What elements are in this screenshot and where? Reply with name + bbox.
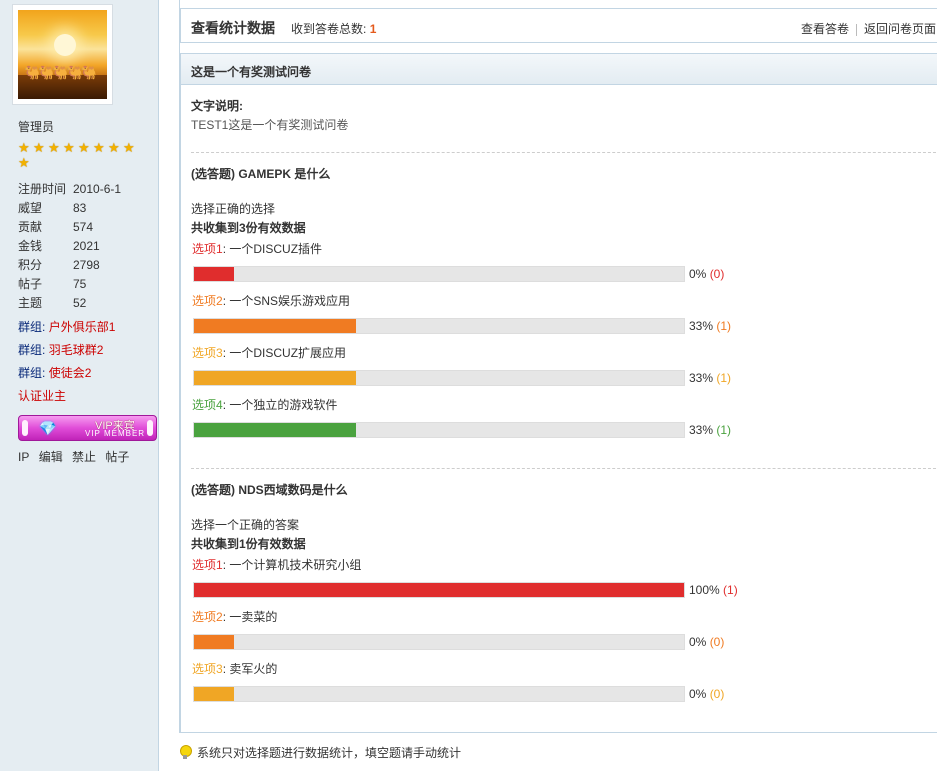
divider xyxy=(191,468,936,469)
vip-badge: 💎 VIP来宾 VIP MEMBER xyxy=(18,415,157,441)
star-icon: ★ xyxy=(48,140,60,155)
progress-track xyxy=(193,318,685,334)
stat-prestige: 威望 83 xyxy=(18,201,87,215)
back-to-survey-link[interactable]: 返回问卷页面 xyxy=(864,22,936,36)
posts-link[interactable]: 帖子 xyxy=(105,450,129,464)
group-link[interactable]: 群组: 使徒会2 xyxy=(18,364,91,381)
ban-link[interactable]: 禁止 xyxy=(72,450,96,464)
progress-track xyxy=(193,634,685,650)
option-percentage: 0% (0) xyxy=(689,267,725,281)
page-title: 查看统计数据 xyxy=(191,20,275,36)
option-row: 选项2: 一卖菜的 xyxy=(192,610,278,624)
rank-stars: ★ ★ ★ ★ ★ ★ ★ ★★ xyxy=(18,141,152,171)
option-percentage: 33% (1) xyxy=(689,371,732,385)
option-row: 选项1: 一个计算机技术研究小组 xyxy=(192,558,362,572)
user-role: 管理员 xyxy=(18,120,55,134)
star-icon: ★ xyxy=(18,140,30,155)
progress-bar xyxy=(194,687,234,701)
star-icon: ★ xyxy=(18,155,30,170)
collected-count: 共收集到3份有效数据 xyxy=(191,221,306,235)
progress-bar xyxy=(194,423,356,437)
progress-bar xyxy=(194,371,356,385)
main-content: 查看统计数据 收到答卷总数: 1 查看答卷 返回问卷页面 这是一个有奖测试问卷 文… xyxy=(179,0,937,733)
answer-count-value: 1 xyxy=(369,22,377,36)
stat-contribution: 贡献 574 xyxy=(18,220,94,234)
divider xyxy=(191,152,936,153)
avatar-frame: 🐫🐫🐫🐫🐫 xyxy=(12,4,113,105)
option-row: 选项3: 卖军火的 xyxy=(192,662,278,676)
option-percentage: 33% (1) xyxy=(689,319,732,333)
link-separator xyxy=(855,23,857,36)
progress-track xyxy=(193,422,685,438)
star-icon: ★ xyxy=(123,140,135,155)
option-percentage: 0% (0) xyxy=(689,687,725,701)
survey-title: 这是一个有奖测试问卷 xyxy=(181,54,937,85)
progress-track xyxy=(193,686,685,702)
option-row: 选项1: 一个DISCUZ插件 xyxy=(192,242,323,256)
stats-header: 查看统计数据 收到答卷总数: 1 查看答卷 返回问卷页面 xyxy=(180,8,937,43)
option-row: 选项4: 一个独立的游戏软件 xyxy=(192,398,338,412)
question-title: (选答题) NDS西域数码是什么 xyxy=(191,483,348,497)
question-instruction: 选择一个正确的答案 xyxy=(191,518,300,532)
option-row: 选项3: 一个DISCUZ扩展应用 xyxy=(192,346,347,360)
progress-track xyxy=(193,582,685,598)
progress-bar xyxy=(194,267,234,281)
avatar[interactable]: 🐫🐫🐫🐫🐫 xyxy=(18,10,107,99)
survey-stats-panel: 这是一个有奖测试问卷 文字说明: TEST1这是一个有奖测试问卷 (选答题) G… xyxy=(180,53,937,733)
option-percentage: 33% (1) xyxy=(689,423,732,437)
description-label: 文字说明: xyxy=(191,99,243,113)
group-link[interactable]: 群组: 户外俱乐部1 xyxy=(18,318,115,335)
stat-threads: 主题 52 xyxy=(18,296,87,310)
star-icon: ★ xyxy=(33,140,45,155)
progress-bar xyxy=(194,635,234,649)
badge-cap-left xyxy=(22,420,28,436)
star-icon: ★ xyxy=(63,140,75,155)
camel-icon: 🐫🐫🐫🐫🐫 xyxy=(24,65,97,80)
lightbulb-icon xyxy=(179,745,192,759)
star-icon: ★ xyxy=(108,140,120,155)
edit-link[interactable]: 编辑 xyxy=(39,450,63,464)
footer-tip: 系统只对选择题进行数据统计，填空题请手动统计 xyxy=(179,744,461,761)
header-links: 查看答卷 返回问卷页面 xyxy=(801,20,936,37)
progress-track xyxy=(193,266,685,282)
avatar-sun-shape xyxy=(54,34,76,56)
question-instruction: 选择正确的选择 xyxy=(191,202,276,216)
stat-points: 积分 2798 xyxy=(18,258,100,272)
view-answers-link[interactable]: 查看答卷 xyxy=(801,22,849,36)
certification-label: 认证业主 xyxy=(18,389,67,403)
description-text: TEST1这是一个有奖测试问卷 xyxy=(191,118,349,132)
progress-bar xyxy=(194,583,684,597)
option-percentage: 0% (0) xyxy=(689,635,725,649)
vip-subtitle: VIP MEMBER xyxy=(85,429,146,438)
collected-count: 共收集到1份有效数据 xyxy=(191,537,306,551)
stat-posts: 帖子 75 xyxy=(18,277,87,291)
admin-links: IP 编辑 禁止 帖子 xyxy=(18,448,135,465)
star-icon: ★ xyxy=(78,140,90,155)
group-link[interactable]: 群组: 羽毛球群2 xyxy=(18,341,103,358)
progress-bar xyxy=(194,319,356,333)
diamond-icon: 💎 xyxy=(39,420,57,436)
option-row: 选项2: 一个SNS娱乐游戏应用 xyxy=(192,294,351,308)
progress-track xyxy=(193,370,685,386)
question-title: (选答题) GAMEPK 是什么 xyxy=(191,167,331,181)
stat-register-date: 注册时间 2010-6-1 xyxy=(18,182,122,196)
stat-money: 金钱 2021 xyxy=(18,239,100,253)
answer-count: 收到答卷总数: 1 xyxy=(291,22,377,36)
star-icon: ★ xyxy=(93,140,105,155)
option-percentage: 100% (1) xyxy=(689,583,738,597)
badge-cap-right xyxy=(147,420,153,436)
ip-link[interactable]: IP xyxy=(18,450,29,464)
user-sidebar: 🐫🐫🐫🐫🐫 管理员 ★ ★ ★ ★ ★ ★ ★ ★★ 注册时间 2010-6-1 威望 83 贡献… xyxy=(0,0,159,771)
